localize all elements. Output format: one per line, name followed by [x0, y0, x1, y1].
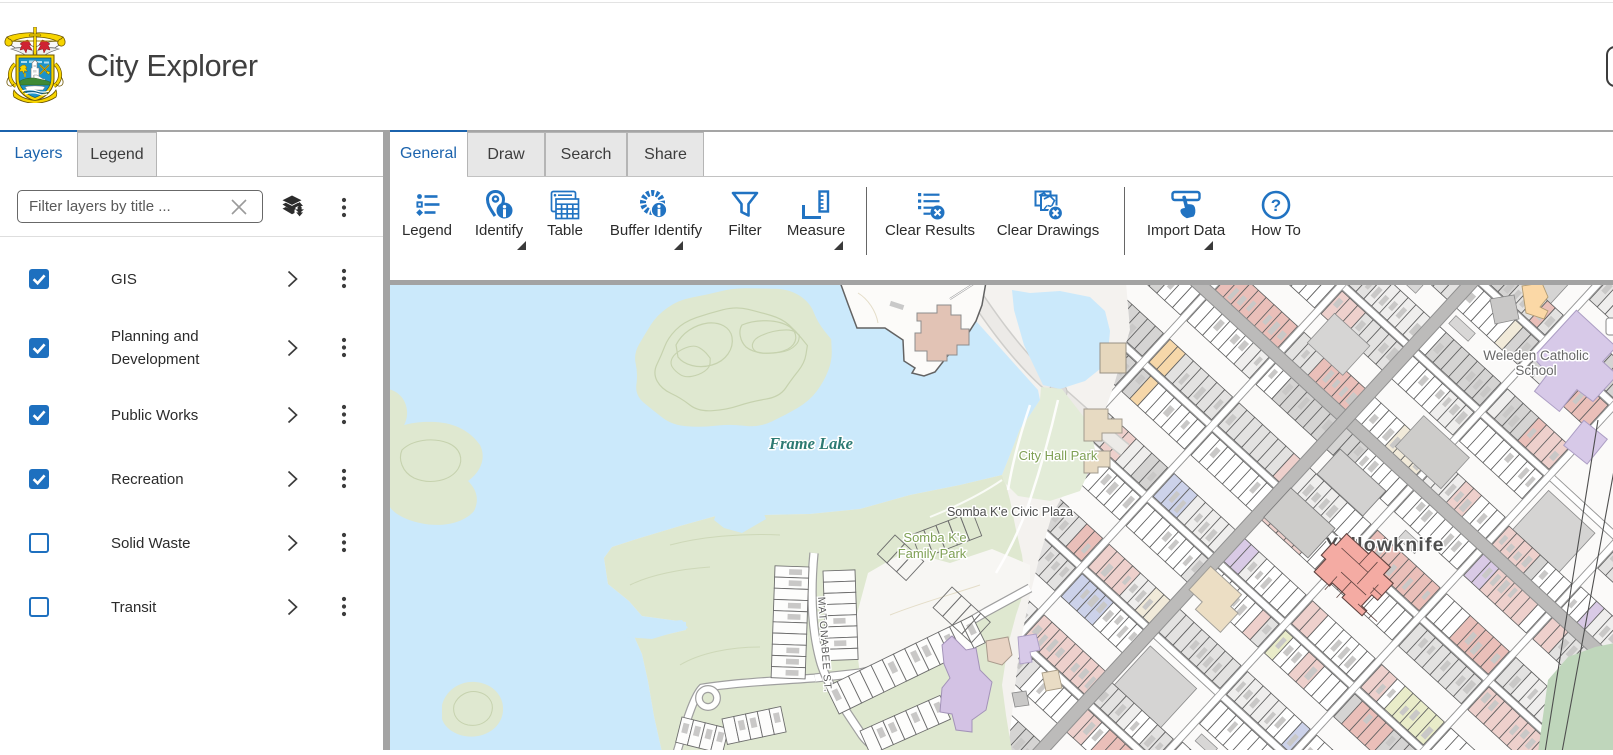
svg-text:Family Park: Family Park: [898, 546, 967, 561]
svg-text:Somba K'e: Somba K'e: [903, 530, 966, 545]
svg-text:Somba K'e Civic Plaza: Somba K'e Civic Plaza: [947, 505, 1073, 519]
svg-text:Weleden Catholic: Weleden Catholic: [1483, 348, 1589, 363]
svg-text:?: ?: [1271, 196, 1281, 215]
svg-text:City Hall Park: City Hall Park: [1019, 448, 1098, 463]
svg-text:Frame Lake: Frame Lake: [768, 434, 853, 453]
svg-text:School: School: [1515, 363, 1556, 378]
